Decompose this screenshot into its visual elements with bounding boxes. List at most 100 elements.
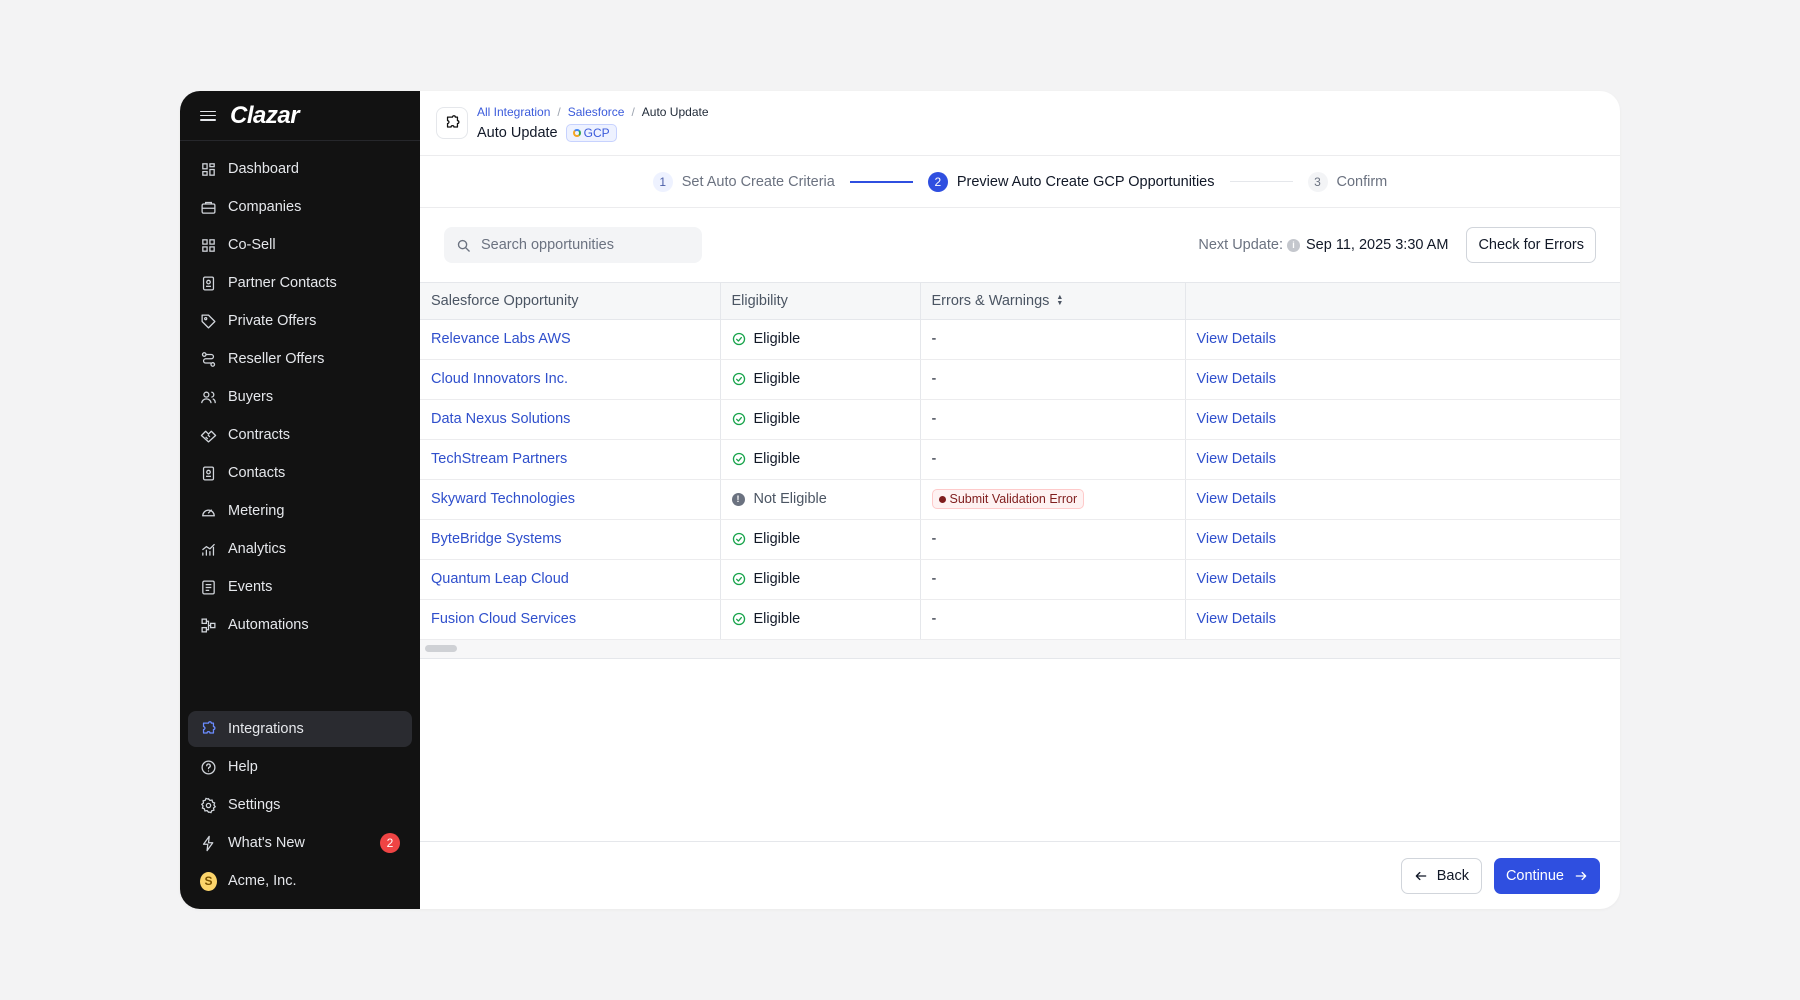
hamburger-menu-icon[interactable] <box>200 108 216 124</box>
sidebar-item-acme-inc[interactable]: S Acme, Inc. <box>188 863 412 899</box>
opportunity-link[interactable]: Fusion Cloud Services <box>431 611 576 627</box>
sidebar-item-integrations[interactable]: Integrations <box>188 711 412 747</box>
eligibility-label: Not Eligible <box>753 491 827 507</box>
errors-value: - <box>931 411 937 427</box>
scrollbar-thumb[interactable] <box>425 644 457 652</box>
search-input[interactable] <box>481 237 681 253</box>
back-button[interactable]: Back <box>1400 857 1482 894</box>
errors-value: - <box>931 371 937 387</box>
breadcrumb-separator: / <box>557 104 561 119</box>
sidebar-item-contacts[interactable]: Contacts <box>188 455 412 491</box>
sidebar-item-automations[interactable]: Automations <box>188 607 412 643</box>
sidebar-item-analytics[interactable]: Analytics <box>188 531 412 567</box>
puzzle-icon <box>200 720 217 738</box>
sidebar-item-companies[interactable]: Companies <box>188 189 412 225</box>
list-icon <box>200 579 217 596</box>
sidebar-item-contracts[interactable]: Contracts <box>188 417 412 453</box>
breadcrumb-salesforce[interactable]: Salesforce <box>568 105 625 119</box>
errors-value: - <box>931 571 937 587</box>
cell-opportunity: TechStream Partners <box>420 439 721 480</box>
check-circle-icon <box>732 612 746 626</box>
opportunity-link[interactable]: Data Nexus Solutions <box>431 411 570 427</box>
cell-actions: View Details <box>1185 479 1620 520</box>
search-box[interactable] <box>444 227 702 263</box>
view-details-link[interactable]: View Details <box>1197 451 1277 467</box>
cell-errors: - <box>920 519 1186 560</box>
table-row: TechStream Partners Eligible - View Details <box>420 439 1620 480</box>
step-label: Confirm <box>1336 173 1388 190</box>
sidebar-item-help[interactable]: Help <box>188 749 412 785</box>
check-circle-icon <box>732 532 746 546</box>
notification-badge: 2 <box>380 833 400 853</box>
opportunity-link[interactable]: ByteBridge Systems <box>431 531 562 547</box>
error-badge-label: Submit Validation Error <box>949 492 1078 506</box>
cell-errors: - <box>920 359 1186 400</box>
next-update-label: Next Update: <box>1198 237 1283 253</box>
cell-opportunity: Data Nexus Solutions <box>420 399 721 440</box>
next-update: Next Update: i Sep 11, 2025 3:30 AM Chec… <box>1198 227 1596 263</box>
sidebar-item-settings[interactable]: Settings <box>188 787 412 823</box>
breadcrumb-current: Auto Update <box>641 104 709 119</box>
sidebar-item-private-offers[interactable]: Private Offers <box>188 303 412 339</box>
sidebar-item-partner-contacts[interactable]: Partner Contacts <box>188 265 412 301</box>
view-details-link[interactable]: View Details <box>1197 331 1277 347</box>
cell-opportunity: Skyward Technologies <box>420 479 721 520</box>
grid-icon <box>200 237 217 254</box>
sidebar-item-co-sell[interactable]: Co-Sell <box>188 227 412 263</box>
sidebar-item-reseller-offers[interactable]: Reseller Offers <box>188 341 412 377</box>
next-update-value: Sep 11, 2025 3:30 AM <box>1306 237 1449 253</box>
sidebar-item-label: Events <box>228 579 273 595</box>
step-label: Set Auto Create Criteria <box>681 173 835 190</box>
view-details-link[interactable]: View Details <box>1197 371 1277 387</box>
check-circle-icon <box>732 572 746 586</box>
continue-button[interactable]: Continue <box>1493 857 1600 894</box>
opportunity-link[interactable]: Cloud Innovators Inc. <box>431 371 568 387</box>
breadcrumb: All Integration / Salesforce / Auto Upda… <box>477 105 709 119</box>
opportunity-link[interactable]: Skyward Technologies <box>431 491 575 507</box>
step-2[interactable]: 2 Preview Auto Create GCP Opportunities <box>927 171 1215 192</box>
sidebar-item-label: Help <box>228 759 258 775</box>
table-row: ByteBridge Systems Eligible - View Details <box>420 519 1620 560</box>
view-details-link[interactable]: View Details <box>1197 411 1277 427</box>
sidebar-item-what-s-new[interactable]: What's New 2 <box>188 825 412 861</box>
view-details-link[interactable]: View Details <box>1197 491 1277 507</box>
breadcrumb-all-integration[interactable]: All Integration <box>477 105 550 119</box>
app-window: Clazar Dashboard Companies Co-Sell Partner … <box>180 91 1620 909</box>
sidebar-item-label: Co-Sell <box>228 237 276 253</box>
sidebar-item-events[interactable]: Events <box>188 569 412 605</box>
column-header-errors[interactable]: Errors & Warnings ▲ ▼ <box>920 283 1186 320</box>
continue-button-label: Continue <box>1505 867 1564 884</box>
opportunities-table: Salesforce Opportunity Eligibility Error… <box>420 283 1620 640</box>
sidebar-item-label: Metering <box>228 503 285 519</box>
sidebar-item-buyers[interactable]: Buyers <box>188 379 412 415</box>
column-header-opportunity: Salesforce Opportunity <box>420 283 721 320</box>
cell-actions: View Details <box>1185 599 1620 640</box>
opportunity-link[interactable]: Quantum Leap Cloud <box>431 571 569 587</box>
view-details-link[interactable]: View Details <box>1197 531 1277 547</box>
eligibility-label: Eligible <box>753 371 801 387</box>
opportunity-link[interactable]: Relevance Labs AWS <box>431 331 571 347</box>
logo: Clazar <box>230 101 300 129</box>
horizontal-scrollbar[interactable] <box>420 639 1620 658</box>
check-for-errors-button[interactable]: Check for Errors <box>1466 227 1596 263</box>
cell-errors: - <box>920 439 1186 480</box>
cell-opportunity: Cloud Innovators Inc. <box>420 359 721 400</box>
step-3[interactable]: 3 Confirm <box>1307 171 1388 192</box>
info-icon[interactable]: i <box>1287 238 1300 252</box>
table-toolbar: Next Update: i Sep 11, 2025 3:30 AM Chec… <box>420 208 1620 282</box>
table-row: Skyward Technologies! Not Eligible Submit … <box>420 479 1620 520</box>
opportunity-link[interactable]: TechStream Partners <box>431 451 567 467</box>
sidebar-item-label: What's New <box>228 835 305 851</box>
sidebar-item-metering[interactable]: Metering <box>188 493 412 529</box>
eligibility-status: Eligible <box>732 411 909 427</box>
sort-icon[interactable]: ▲ ▼ <box>1056 294 1063 307</box>
main-panel: All Integration / Salesforce / Auto Upda… <box>420 91 1620 909</box>
sidebar-item-label: Dashboard <box>228 161 299 177</box>
stepper: 1 Set Auto Create Criteria 2 Preview Aut… <box>420 156 1620 208</box>
view-details-link[interactable]: View Details <box>1197 611 1277 627</box>
view-details-link[interactable]: View Details <box>1197 571 1277 587</box>
sidebar-item-label: Integrations <box>228 721 304 737</box>
step-1[interactable]: 1 Set Auto Create Criteria <box>652 171 835 192</box>
sidebar-item-dashboard[interactable]: Dashboard <box>188 151 412 187</box>
bolt-icon <box>200 835 217 852</box>
